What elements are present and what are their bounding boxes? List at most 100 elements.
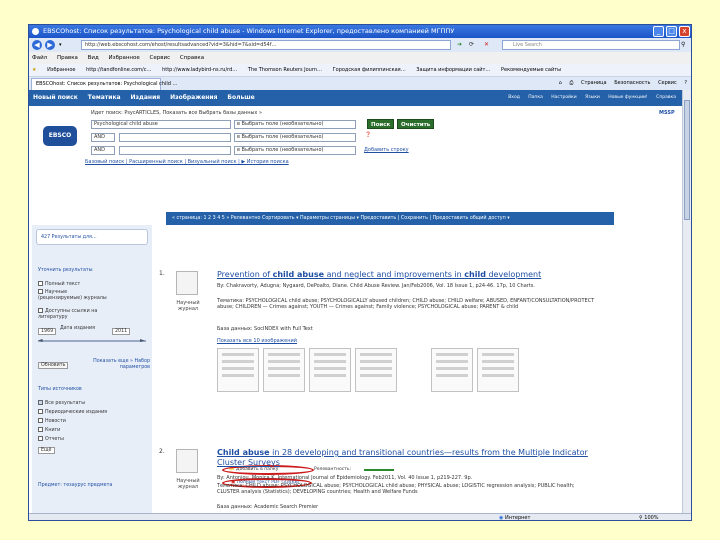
go-icon[interactable]: ➜ xyxy=(457,38,462,52)
checkbox-icon[interactable] xyxy=(38,427,43,432)
nav-more[interactable]: Больше xyxy=(227,94,254,101)
results-toolbar[interactable]: « страница: 1 2 3 4 5 » Релевантно Сорти… xyxy=(166,212,614,225)
add-row-link[interactable]: Добавить строку xyxy=(364,147,409,153)
field-select-2[interactable]: в Выбрать поле (необязательно) xyxy=(234,133,356,142)
date-from-input[interactable]: 1969 xyxy=(38,328,57,335)
source-types-label[interactable]: Типы источников xyxy=(38,387,82,392)
fav-item[interactable]: http://www.ladybird-ns.ru/rd… xyxy=(162,67,237,73)
search-icon[interactable]: ⚲ xyxy=(681,38,685,52)
clear-button[interactable]: Очистить xyxy=(397,119,435,129)
src-periodicals-checkbox[interactable]: Периодические издания xyxy=(38,409,107,415)
references-checkbox[interactable]: Доступны ссылки на литературу xyxy=(38,308,108,321)
fav-item[interactable]: Рекомендуемые сайты xyxy=(501,67,561,73)
menu-view[interactable]: Вид xyxy=(88,55,99,61)
bool-op-select-2[interactable]: AND xyxy=(91,133,115,142)
search-query-input[interactable]: Psychological child abuse xyxy=(91,120,231,129)
minimize-button[interactable]: _ xyxy=(653,26,664,37)
date-to-input[interactable]: 2011 xyxy=(112,328,131,335)
fulltext-checkbox[interactable]: Полный текст xyxy=(38,281,80,287)
tab-bar: EBSCOhost: Список результатов: Psycholog… xyxy=(29,77,691,90)
figure-thumbnail[interactable] xyxy=(263,348,305,392)
url-input[interactable]: http://web.ebscohost.com/ehost/resultsad… xyxy=(81,40,451,50)
result-title-link[interactable]: Prevention of child abuse and neglect an… xyxy=(217,270,541,279)
figure-thumbnail[interactable] xyxy=(477,348,519,392)
date-slider-track[interactable] xyxy=(38,340,146,342)
help-circle-icon[interactable]: ❓ xyxy=(365,132,371,138)
search-options-links[interactable]: Базовый поиск | Расширенный поиск | Визу… xyxy=(85,159,289,165)
menu-favorites[interactable]: Избранное xyxy=(109,55,140,61)
menu-edit[interactable]: Правка xyxy=(57,55,78,61)
src-all-checkbox[interactable]: Все результаты xyxy=(38,400,85,406)
search-input-2[interactable] xyxy=(119,133,231,142)
maximize-button[interactable]: □ xyxy=(666,26,677,37)
src-more-button[interactable]: Ещё xyxy=(38,447,55,454)
src-news-checkbox[interactable]: Новости xyxy=(38,418,66,424)
checkbox-icon[interactable] xyxy=(38,418,43,423)
checkbox-icon[interactable] xyxy=(38,409,43,414)
back-icon[interactable]: ◀ xyxy=(32,40,42,50)
checkbox-icon[interactable] xyxy=(38,289,43,294)
fav-item[interactable]: http://tandfonline.com/c… xyxy=(86,67,151,73)
checkbox-icon[interactable] xyxy=(38,308,43,313)
figure-thumbnail[interactable] xyxy=(355,348,397,392)
field-select-3[interactable]: в Выбрать поле (необязательно) xyxy=(234,146,356,155)
result-title-link[interactable]: Child abuse in 28 developing and transit… xyxy=(217,448,597,468)
vertical-scrollbar[interactable] xyxy=(682,90,691,513)
figure-thumbnail[interactable] xyxy=(431,348,473,392)
favorites-star-icon[interactable]: ★ xyxy=(32,67,36,73)
menu-help[interactable]: Справка xyxy=(180,55,204,61)
nav-folder[interactable]: Папка xyxy=(528,95,543,100)
nav-signin[interactable]: Вход xyxy=(508,95,520,100)
live-search-input[interactable]: Live Search xyxy=(502,40,680,50)
home-icon[interactable]: ⌂ xyxy=(559,80,562,86)
slider-handle-left[interactable]: ◄ xyxy=(38,337,43,344)
nav-new-features[interactable]: Новые функции! xyxy=(608,95,647,100)
nav-subjects[interactable]: Тематика xyxy=(88,94,121,101)
checkbox-icon[interactable] xyxy=(38,281,43,286)
fav-item[interactable]: Городская филиппинская… xyxy=(333,67,406,73)
field-select-1[interactable]: в Выбрать поле (необязательно) xyxy=(234,120,356,129)
menu-tools[interactable]: Сервис xyxy=(150,55,171,61)
forward-icon[interactable]: ▶ xyxy=(45,40,55,50)
fav-item[interactable]: Защита информации сайт… xyxy=(416,67,490,73)
nav-languages[interactable]: Языки xyxy=(585,95,600,100)
subject-thesaurus-label[interactable]: Предмет: тезаурус предмета xyxy=(38,483,112,488)
show-more-link[interactable]: Показать еще » Набор параметров xyxy=(88,359,150,371)
scrollbar-thumb[interactable] xyxy=(684,100,690,220)
stop-icon[interactable]: ✕ xyxy=(484,38,489,52)
close-button[interactable]: x xyxy=(679,26,690,37)
search-input-3[interactable] xyxy=(119,146,231,155)
slider-handle-right[interactable]: ► xyxy=(140,337,145,344)
menu-file[interactable]: Файл xyxy=(32,55,47,61)
zoom-level[interactable]: ⚲ 100% xyxy=(639,514,659,520)
nav-images[interactable]: Изображения xyxy=(170,94,217,101)
refresh-icon[interactable]: ⟳ xyxy=(469,38,474,52)
print-icon[interactable]: ⎙ xyxy=(569,80,573,86)
tab-ebscohost[interactable]: EBSCOhost: Список результатов: Psycholog… xyxy=(31,78,178,90)
show-images-link[interactable]: Показать все 10 изображений xyxy=(217,338,297,344)
nav-new-search[interactable]: Новый поиск xyxy=(33,94,78,101)
document-thumbnail-icon[interactable] xyxy=(176,271,198,295)
bool-op-select-3[interactable]: AND xyxy=(91,146,115,155)
cmd-safety[interactable]: Безопасность xyxy=(614,80,650,86)
cmd-tools[interactable]: Сервис xyxy=(658,80,677,86)
fav-item[interactable]: The Thomson Reuters Journ… xyxy=(248,67,322,73)
fav-item[interactable]: Избранное xyxy=(47,67,75,73)
src-books-checkbox[interactable]: Книги xyxy=(38,427,60,433)
document-thumbnail-icon[interactable] xyxy=(176,449,198,473)
peer-reviewed-checkbox[interactable]: Научные (рецензируемые) журналы xyxy=(38,289,108,302)
cmd-page[interactable]: Страница xyxy=(581,80,607,86)
figure-thumbnail[interactable] xyxy=(309,348,351,392)
src-reports-checkbox[interactable]: Отчеты xyxy=(38,436,64,442)
nav-publications[interactable]: Издания xyxy=(131,94,161,101)
help-icon[interactable]: ? xyxy=(684,80,687,86)
refine-results-label[interactable]: Уточнить результаты xyxy=(38,268,92,273)
checkbox-icon[interactable] xyxy=(38,400,43,405)
nav-preferences[interactable]: Настройки xyxy=(551,95,576,100)
nav-help[interactable]: Справка xyxy=(656,95,676,100)
checkbox-icon[interactable] xyxy=(38,436,43,441)
figure-thumbnail[interactable] xyxy=(217,348,259,392)
search-button[interactable]: Поиск xyxy=(367,119,395,129)
history-dropdown-icon[interactable]: ▾ xyxy=(59,38,62,52)
update-button[interactable]: Обновить xyxy=(38,362,69,369)
